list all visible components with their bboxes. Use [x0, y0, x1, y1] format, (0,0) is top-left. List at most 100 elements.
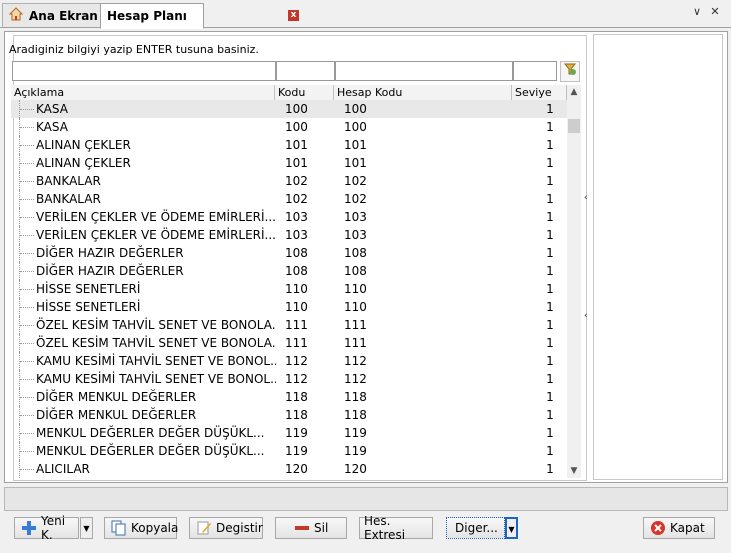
tree-line — [19, 352, 36, 370]
diger-button[interactable]: Diger... — [446, 517, 505, 539]
table-row[interactable]: DİĞER MENKUL DEĞERLER 118 118 1 — [11, 388, 567, 406]
kapat-button[interactable]: Kapat — [643, 517, 715, 539]
table-row[interactable]: HİSSE SENETLERİ 110 110 1 — [11, 280, 567, 298]
filter-seviye-input[interactable] — [513, 61, 557, 81]
cell-kodu: 112 — [285, 372, 308, 386]
column-header-hesap-kodu[interactable]: Hesap Kodu — [334, 85, 512, 100]
cell-aciklama: HİSSE SENETLERİ — [36, 300, 141, 314]
tree-line — [19, 406, 36, 424]
filter-aciklama-input[interactable] — [12, 61, 276, 81]
cell-hesap-kodu: 119 — [344, 444, 367, 458]
cell-hesap-kodu: 103 — [344, 228, 367, 242]
copy-icon — [111, 520, 127, 536]
table-row[interactable]: BANKALAR 102 102 1 — [11, 190, 567, 208]
table-row[interactable]: KAMU KESİMİ TAHVİL SENET VE BONOL... 112 1… — [11, 352, 567, 370]
table-row[interactable]: ALINAN ÇEKLER 101 101 1 — [11, 136, 567, 154]
table-row[interactable]: DİĞER HAZIR DEĞERLER 108 108 1 — [11, 244, 567, 262]
table-row[interactable]: ALICILAR 120 120 1 — [11, 460, 567, 478]
tree-line — [19, 244, 36, 262]
kopyala-button[interactable]: Kopyala — [104, 517, 179, 539]
tree-line — [19, 262, 36, 280]
hes-extresi-label: Hes. Extresi — [364, 514, 406, 542]
table-row[interactable]: KASA 100 100 1 — [11, 118, 567, 136]
tab-ana-ekran[interactable]: Ana Ekran — [2, 3, 102, 27]
column-header-kodu[interactable]: Kodu — [275, 85, 334, 100]
cell-hesap-kodu: 112 — [344, 354, 367, 368]
cell-hesap-kodu: 118 — [344, 408, 367, 422]
tree-line — [19, 388, 36, 406]
cell-hesap-kodu: 110 — [344, 300, 367, 314]
table-row[interactable]: DİĞER MENKUL DEĞERLER 118 118 1 — [11, 406, 567, 424]
cell-aciklama: KAMU KESİMİ TAHVİL SENET VE BONOL... — [36, 354, 276, 368]
edit-icon — [196, 520, 212, 536]
table-row[interactable]: HİSSE SENETLERİ 110 110 1 — [11, 298, 567, 316]
sil-button[interactable]: Sil — [275, 517, 347, 539]
cell-hesap-kodu: 100 — [344, 120, 367, 134]
tab-controls: ∨ ✕ — [689, 4, 723, 20]
table-row[interactable]: DİĞER HAZIR DEĞERLER 108 108 1 — [11, 262, 567, 280]
table-row[interactable]: KASA 100 100 1 — [11, 100, 567, 118]
tree-line — [19, 370, 36, 388]
table-row[interactable]: MENKUL DEĞERLER DEĞER DÜŞÜKL... 119 119 1 — [11, 442, 567, 460]
cell-seviye: 1 — [546, 228, 554, 242]
tree-line — [19, 118, 36, 136]
panel-splitter[interactable]: ‹ ‹ — [584, 193, 592, 323]
home-icon — [8, 7, 24, 24]
tree-line — [19, 136, 36, 154]
yeni-dropdown[interactable]: ▼ — [80, 517, 93, 539]
cell-kodu: 108 — [285, 246, 308, 260]
yeni-button[interactable]: Yeni K. — [14, 514, 79, 542]
diger-dropdown[interactable]: ▼ — [505, 517, 518, 539]
chevron-down-icon[interactable]: ∨ — [689, 4, 705, 20]
cell-seviye: 1 — [546, 282, 554, 296]
scrollbar-thumb[interactable] — [568, 119, 580, 133]
filter-hesap-kodu-input[interactable] — [335, 61, 513, 81]
cell-kodu: 120 — [285, 462, 308, 476]
tab-bar: Ana Ekran Hesap Planı x ∨ ✕ — [0, 0, 731, 29]
filter-icon[interactable] — [560, 61, 580, 82]
hes-extresi-button[interactable]: Hes. Extresi — [359, 514, 433, 542]
cell-seviye: 1 — [546, 390, 554, 404]
search-hint: Aradiginiz bilgiyi yazip ENTER tusuna ba… — [9, 43, 259, 56]
tree-line — [19, 460, 36, 478]
cell-kodu: 119 — [285, 444, 308, 458]
tree-line — [19, 100, 36, 118]
chevron-down-icon[interactable]: ▼ — [567, 464, 581, 478]
table-row[interactable]: KAMU KESİMİ TAHVİL SENET VE BONOL... 112 1… — [11, 370, 567, 388]
cell-aciklama: VERİLEN ÇEKLER VE ÖDEME EMİRLERİ... — [36, 210, 276, 224]
cell-seviye: 1 — [546, 102, 554, 116]
table-row[interactable]: ALINAN ÇEKLER 101 101 1 — [11, 154, 567, 172]
cell-hesap-kodu: 111 — [344, 318, 367, 332]
cell-seviye: 1 — [546, 372, 554, 386]
cell-hesap-kodu: 102 — [344, 174, 367, 188]
table-row[interactable]: ÖZEL KESİM TAHVİL SENET VE BONOLA... 111 1… — [11, 316, 567, 334]
table-row[interactable]: BANKALAR 102 102 1 — [11, 172, 567, 190]
cell-aciklama: MENKUL DEĞERLER DEĞER DÜŞÜKL... — [36, 426, 265, 440]
degistir-button[interactable]: Degistir — [189, 517, 263, 539]
cell-aciklama: ALINAN ÇEKLER — [36, 156, 131, 170]
column-header-aciklama[interactable]: Açıklama — [11, 85, 275, 100]
cell-hesap-kodu: 120 — [344, 462, 367, 476]
cell-hesap-kodu: 119 — [344, 426, 367, 440]
tree-line — [19, 208, 36, 226]
tab-hesap-plani[interactable]: Hesap Planı x — [100, 3, 299, 29]
chevron-left-icon[interactable]: ‹ — [584, 193, 592, 203]
tree-line — [19, 190, 36, 208]
cell-kodu: 110 — [285, 282, 308, 296]
table-row[interactable]: MENKUL DEĞERLER DEĞER DÜŞÜKL... 119 119 1 — [11, 424, 567, 442]
tab-label: Ana Ekran — [29, 8, 98, 23]
table-row[interactable]: ÖZEL KESİM TAHVİL SENET VE BONOLA... 111 1… — [11, 334, 567, 352]
cell-seviye: 1 — [546, 426, 554, 440]
column-header-seviye[interactable]: Seviye — [512, 85, 567, 100]
chevron-up-icon[interactable]: ▲ — [567, 85, 581, 99]
kapat-label: Kapat — [670, 521, 705, 535]
close-icon[interactable]: x — [288, 10, 299, 21]
table-row[interactable]: VERİLEN ÇEKLER VE ÖDEME EMİRLERİ... 103 10… — [11, 208, 567, 226]
chevron-left-icon[interactable]: ‹ — [584, 311, 592, 321]
vertical-scrollbar[interactable]: ▲ ▼ — [567, 85, 581, 478]
table-row[interactable]: VERİLEN ÇEKLER VE ÖDEME EMİRLERİ... 103 10… — [11, 226, 567, 244]
cell-seviye: 1 — [546, 354, 554, 368]
close-icon[interactable]: ✕ — [707, 4, 723, 20]
filter-kodu-input[interactable] — [276, 61, 335, 81]
kopyala-label: Kopyala — [131, 521, 179, 535]
